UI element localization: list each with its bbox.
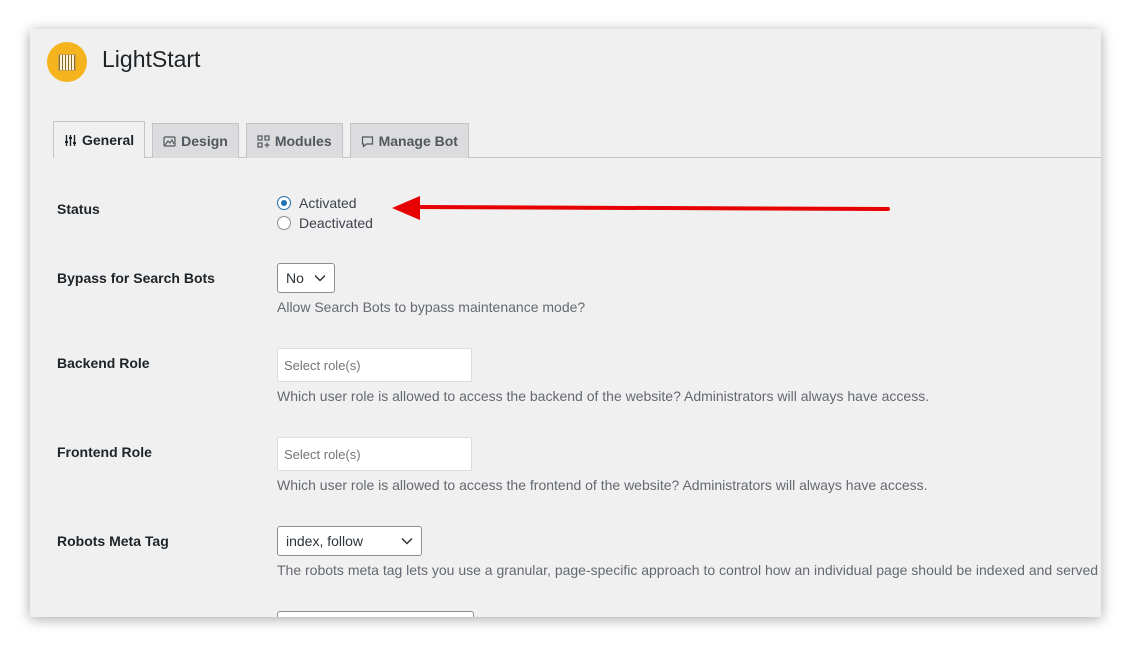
bypass-select-value: No bbox=[286, 270, 304, 286]
status-deactivated-option[interactable]: Deactivated bbox=[277, 215, 373, 231]
annotation-arrow bbox=[392, 196, 890, 220]
modules-icon bbox=[257, 134, 270, 148]
robots-meta-select[interactable]: index, follow bbox=[277, 526, 422, 556]
bypass-label: Bypass for Search Bots bbox=[57, 270, 215, 286]
tab-bar: General Design Modules Manage Bot bbox=[53, 121, 476, 158]
page-title: LightStart bbox=[102, 46, 201, 72]
backend-role-description: Which user role is allowed to access the… bbox=[277, 388, 930, 404]
tab-manage-bot[interactable]: Manage Bot bbox=[349, 123, 469, 158]
frontend-role-input[interactable] bbox=[277, 437, 472, 471]
status-deactivated-label: Deactivated bbox=[299, 215, 373, 231]
chat-icon bbox=[361, 135, 373, 148]
tab-design[interactable]: Design bbox=[152, 123, 239, 158]
status-label: Status bbox=[57, 201, 100, 217]
settings-page: LightStart General Design Modules Manage… bbox=[30, 29, 1101, 617]
bypass-select[interactable]: No bbox=[277, 263, 335, 293]
status-activated-radio[interactable] bbox=[277, 196, 291, 210]
status-activated-label: Activated bbox=[299, 195, 357, 211]
tab-design-label: Design bbox=[181, 133, 228, 149]
image-icon bbox=[163, 135, 176, 147]
next-field-select[interactable] bbox=[277, 611, 474, 617]
robots-meta-description: The robots meta tag lets you use a granu… bbox=[277, 562, 1101, 578]
status-activated-option[interactable]: Activated bbox=[277, 195, 357, 211]
frontend-role-description: Which user role is allowed to access the… bbox=[277, 477, 928, 493]
frontend-role-label: Frontend Role bbox=[57, 444, 152, 460]
bypass-description: Allow Search Bots to bypass maintenance … bbox=[277, 299, 586, 315]
tab-manage-bot-label: Manage Bot bbox=[378, 133, 458, 149]
tab-modules[interactable]: Modules bbox=[245, 123, 343, 158]
status-deactivated-radio[interactable] bbox=[277, 216, 291, 230]
backend-role-label: Backend Role bbox=[57, 355, 150, 371]
tab-general[interactable]: General bbox=[53, 121, 146, 158]
lightstart-logo-icon bbox=[47, 42, 87, 82]
chevron-down-icon bbox=[314, 274, 326, 282]
tab-modules-label: Modules bbox=[274, 133, 332, 149]
sliders-icon bbox=[65, 134, 76, 146]
tab-general-label: General bbox=[82, 132, 135, 148]
robots-meta-select-value: index, follow bbox=[286, 533, 364, 549]
backend-role-input[interactable] bbox=[277, 348, 472, 382]
chevron-down-icon bbox=[401, 537, 413, 545]
robots-meta-label: Robots Meta Tag bbox=[57, 533, 169, 549]
